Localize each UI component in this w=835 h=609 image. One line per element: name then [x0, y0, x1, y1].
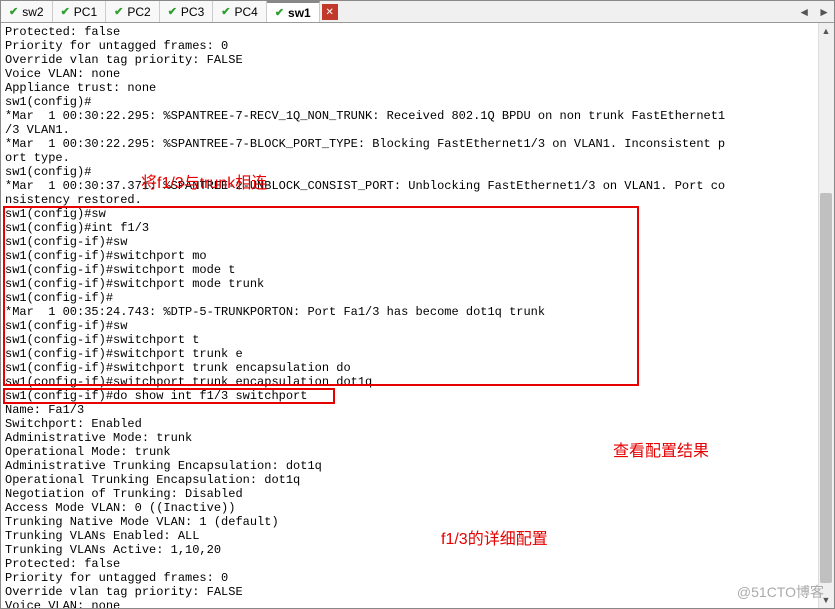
- tab-pc1[interactable]: ✔ PC1: [53, 1, 107, 22]
- annotation-check-result: 查看配置结果: [613, 437, 709, 461]
- terminal-pane[interactable]: Protected: false Priority for untagged f…: [1, 23, 834, 608]
- tab-pc4[interactable]: ✔ PC4: [213, 1, 267, 22]
- tab-label: sw1: [288, 6, 311, 20]
- check-icon: ✔: [221, 5, 230, 18]
- tab-label: PC1: [74, 5, 97, 19]
- annotation-detail-config: f1/3的详细配置: [441, 525, 548, 549]
- check-icon: ✔: [61, 5, 70, 18]
- check-icon: ✔: [275, 6, 284, 19]
- tab-bar: ✔ sw2 ✔ PC1 ✔ PC2 ✔ PC3 ✔ PC4 ✔ sw1 ✕ ◄ ►: [1, 1, 834, 23]
- tab-sw1[interactable]: ✔ sw1: [267, 1, 320, 22]
- terminal-output: Protected: false Priority for untagged f…: [1, 23, 834, 608]
- check-icon: ✔: [9, 5, 18, 18]
- tab-sw2[interactable]: ✔ sw2: [1, 1, 53, 22]
- scroll-thumb[interactable]: [820, 193, 832, 583]
- tab-label: PC2: [127, 5, 150, 19]
- tab-nav-left[interactable]: ◄: [798, 5, 810, 19]
- tab-nav-right[interactable]: ►: [818, 5, 830, 19]
- tab-label: sw2: [22, 5, 43, 19]
- tab-label: PC4: [234, 5, 257, 19]
- tab-nav: ◄ ►: [798, 1, 830, 23]
- check-icon: ✔: [168, 5, 177, 18]
- tab-pc3[interactable]: ✔ PC3: [160, 1, 214, 22]
- watermark: @51CTO博客: [737, 582, 824, 602]
- annotation-trunk-connect: 将f1/3与trunk相连: [141, 169, 267, 193]
- scroll-up-arrow[interactable]: ▲: [818, 23, 834, 39]
- scrollbar[interactable]: ▲ ▼: [818, 23, 834, 608]
- check-icon: ✔: [114, 5, 123, 18]
- tab-label: PC3: [181, 5, 204, 19]
- tab-pc2[interactable]: ✔ PC2: [106, 1, 160, 22]
- close-tab-button[interactable]: ✕: [322, 4, 338, 20]
